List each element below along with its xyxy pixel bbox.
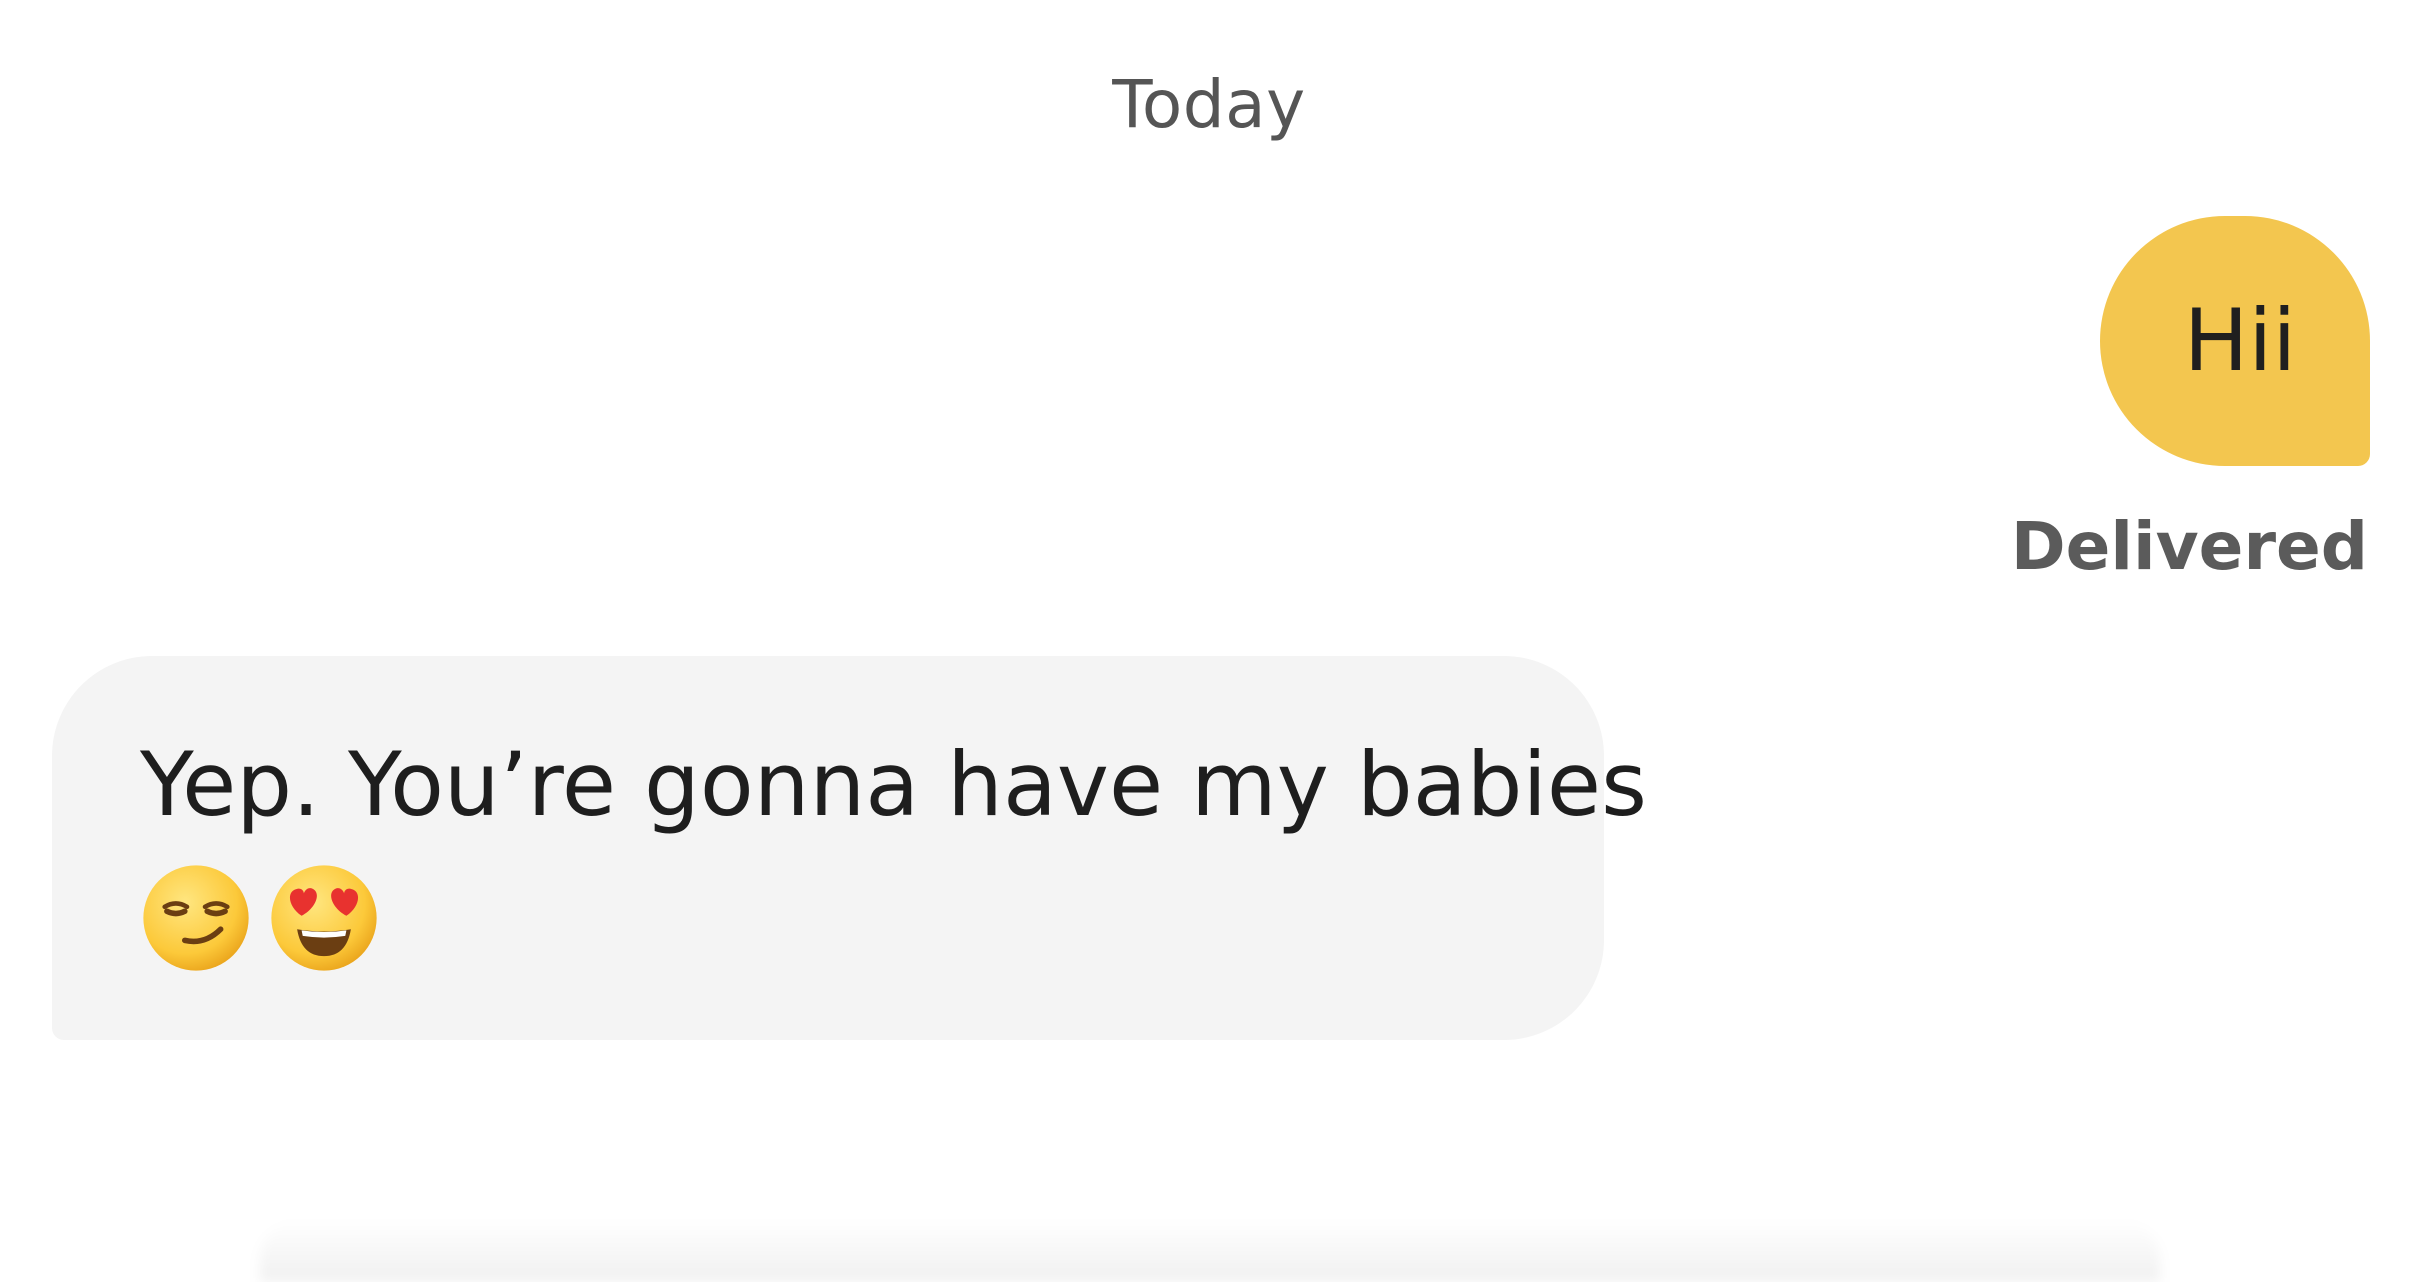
incoming-message-text: Yep. You’re gonna have my babies <box>140 733 1647 836</box>
composer-shadow <box>260 1220 2160 1282</box>
outgoing-message-bubble[interactable]: Hii <box>2100 216 2370 466</box>
delivery-status: Delivered <box>2010 508 2368 585</box>
message-emojis <box>140 862 1524 974</box>
incoming-message-bubble[interactable]: Yep. You’re gonna have my babies <box>52 656 1647 1040</box>
smirking-face-emoji <box>143 864 249 971</box>
day-separator: Today <box>1112 66 1306 143</box>
chat-thread[interactable]: Today Hii Delivered Yep. You’re gonna ha… <box>0 0 2418 1282</box>
outgoing-message-text: Hii <box>2183 291 2297 391</box>
heart-eyes-emoji <box>271 864 377 971</box>
